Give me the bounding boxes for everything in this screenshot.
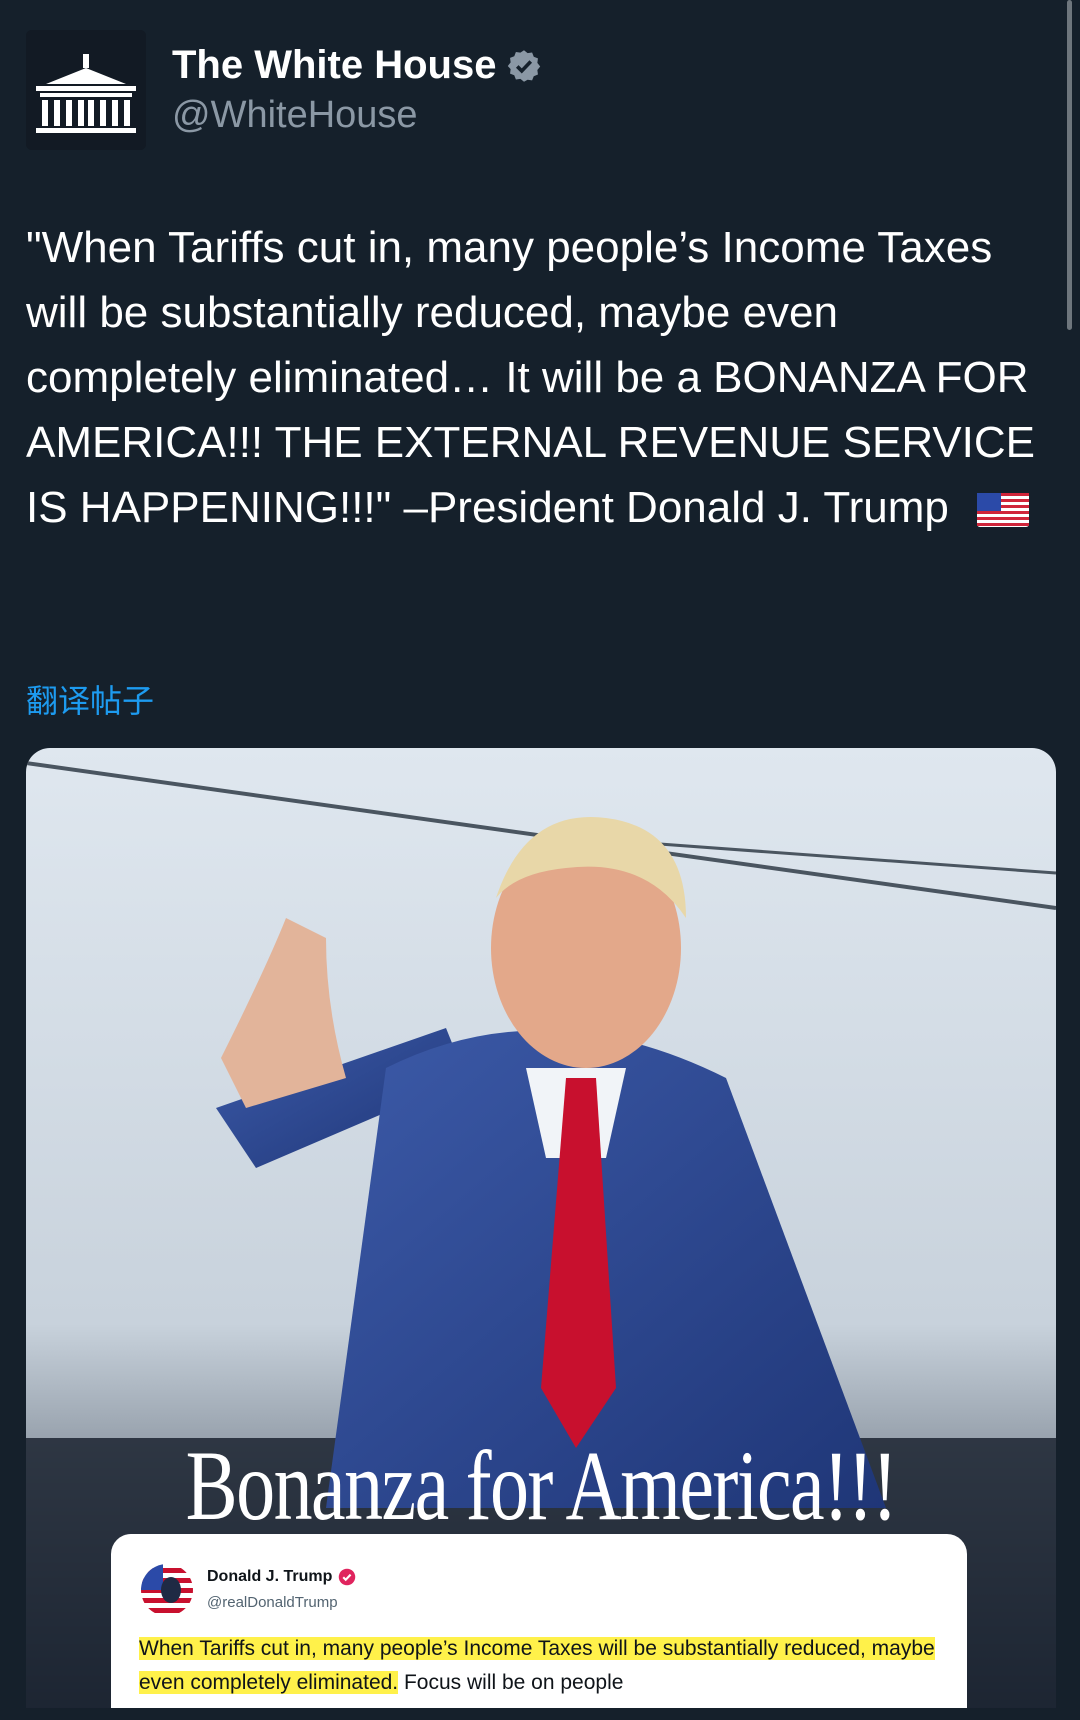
post-header: The White House @WhiteHouse	[26, 30, 542, 150]
verified-badge-icon	[508, 49, 541, 82]
embedded-post-card: Donald J. Trump @realDonaldTrump When Ta…	[111, 1534, 967, 1708]
display-name-row[interactable]: The White House	[172, 43, 542, 88]
media-caption: Bonanza for America!!!	[185, 1430, 898, 1541]
trump-avatar-icon	[141, 1564, 193, 1616]
embedded-post-text: When Tariffs cut in, many people’s Incom…	[139, 1632, 939, 1700]
display-name[interactable]: The White House	[172, 43, 496, 88]
embedded-avatar	[141, 1564, 193, 1616]
embedded-verified-badge-icon	[339, 1568, 356, 1586]
us-flag-icon	[977, 493, 1030, 528]
scrollbar[interactable]	[1067, 0, 1072, 330]
embedded-name-row: Donald J. Trump	[207, 1568, 356, 1586]
avatar[interactable]	[26, 30, 146, 150]
white-house-logo-icon	[26, 30, 146, 150]
embedded-rest-text: Focus will be on people	[398, 1671, 624, 1694]
handle[interactable]: @WhiteHouse	[172, 94, 542, 137]
embedded-handle: @realDonaldTrump	[207, 1594, 338, 1611]
post-text: "When Tariffs cut in, many people’s Inco…	[26, 215, 1046, 540]
embedded-display-name: Donald J. Trump	[207, 1568, 333, 1585]
translate-post-link[interactable]: 翻译帖子	[26, 676, 154, 722]
post-media-image[interactable]: Bonanza for America!!! Donald J. Trump @…	[26, 748, 1056, 1708]
post-text-body: "When Tariffs cut in, many people’s Inco…	[26, 223, 1035, 532]
